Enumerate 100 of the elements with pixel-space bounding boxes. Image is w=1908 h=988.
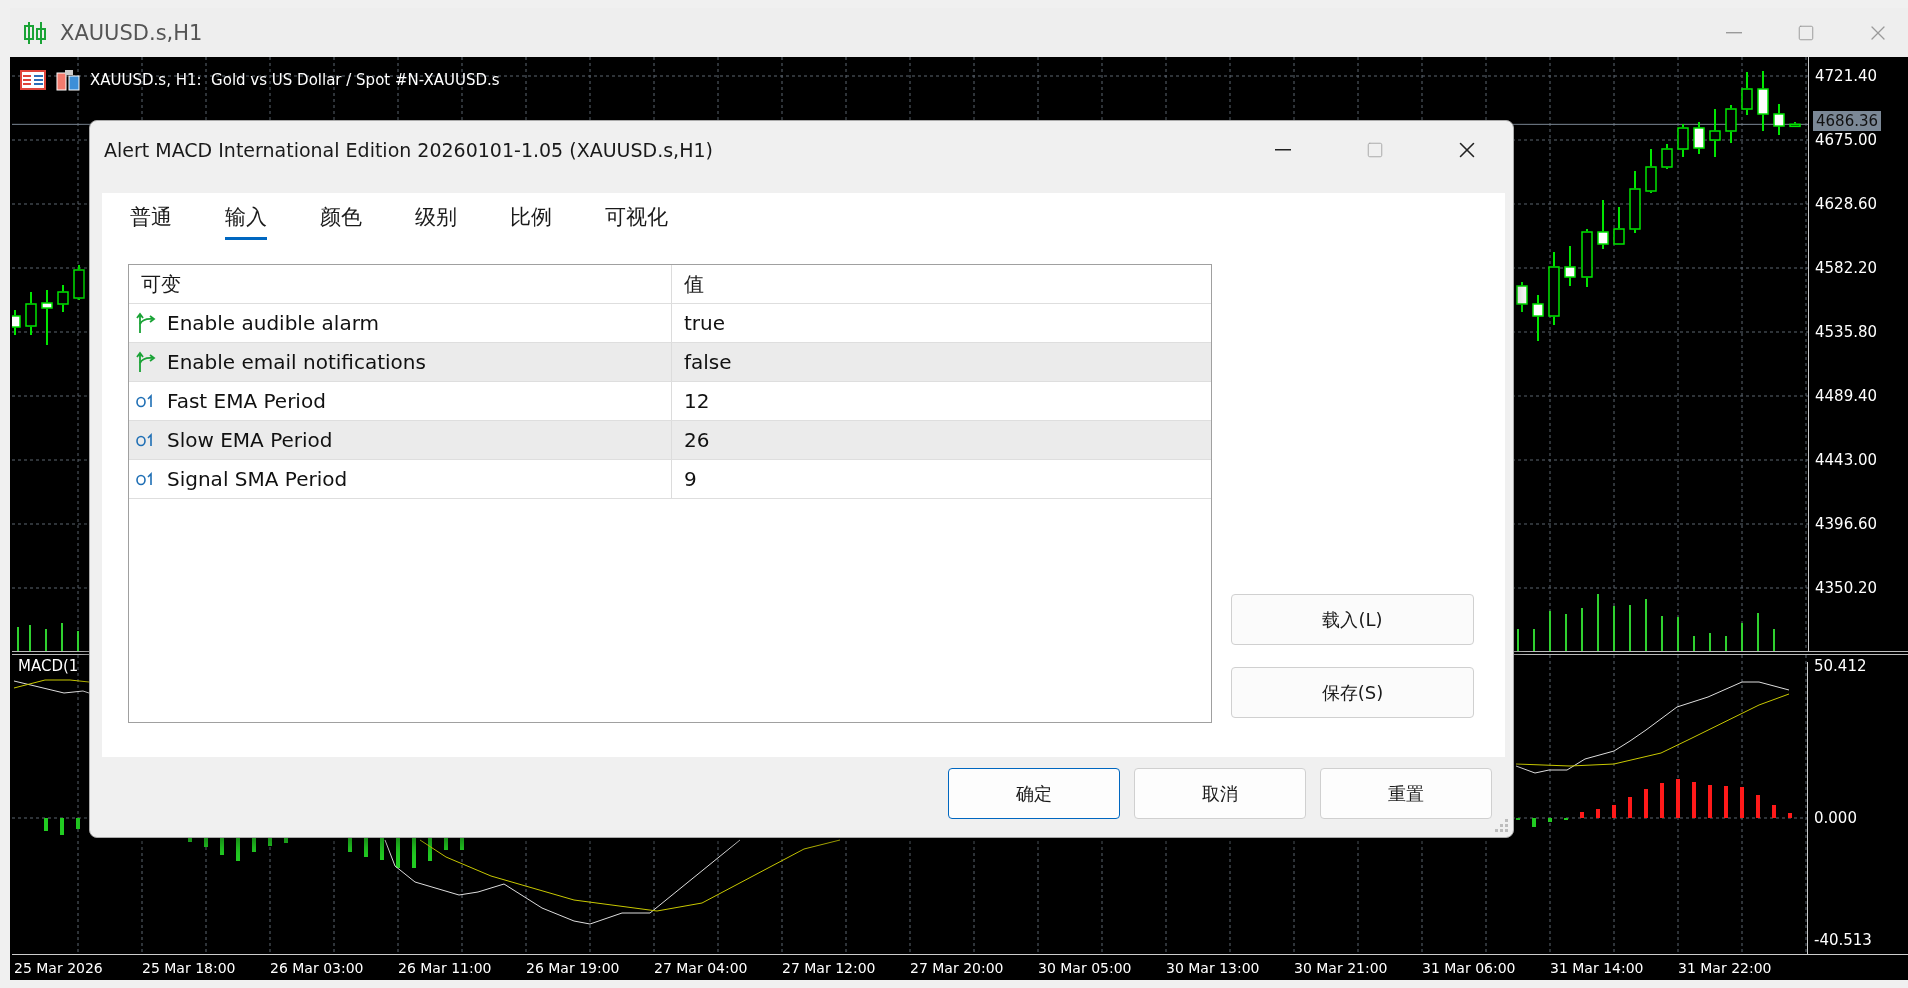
- table-icon: [20, 70, 46, 90]
- parameter-value: 26: [671, 421, 1211, 459]
- parameter-value: 12: [671, 382, 1211, 420]
- time-label: 30 Mar 21:00: [1294, 960, 1388, 976]
- candle: [73, 264, 85, 301]
- indicator-value-label: 0.000: [1814, 809, 1857, 827]
- maximize-icon: [1797, 23, 1815, 42]
- table-row[interactable]: Fast EMA Period 12: [129, 382, 1211, 421]
- parameter-value: true: [671, 304, 1211, 342]
- price-label: 4628.60: [1815, 196, 1878, 212]
- tab[interactable]: 级别: [415, 203, 457, 240]
- branch-arrow-icon: [135, 351, 157, 373]
- histogram-bar: [1596, 809, 1600, 818]
- candle: [1741, 71, 1753, 116]
- table-row[interactable]: Slow EMA Period 26: [129, 421, 1211, 460]
- time-label: 26 Mar 19:00: [526, 960, 620, 976]
- candle: [1613, 206, 1625, 245]
- histogram-bar: [1612, 805, 1616, 818]
- histogram-bar: [1548, 818, 1552, 822]
- parameter-name: Signal SMA Period: [167, 467, 348, 491]
- price-label: 4675.00: [1815, 132, 1878, 148]
- histogram-bar: [1532, 818, 1536, 827]
- time-label: 30 Mar 05:00: [1038, 960, 1132, 976]
- histogram-bar: [1660, 783, 1664, 818]
- app-icon: [22, 19, 48, 46]
- dialog-button[interactable]: 确定: [948, 768, 1120, 819]
- histogram-bar: [1756, 795, 1760, 818]
- histogram-bar: [1628, 797, 1632, 818]
- candle: [12, 309, 21, 336]
- price-label: 4350.20: [1815, 580, 1878, 596]
- dialog-button[interactable]: 重置: [1320, 768, 1492, 819]
- tab[interactable]: 比例: [510, 203, 552, 240]
- column-header: 可变: [140, 270, 182, 298]
- maximize-icon: [1366, 141, 1384, 159]
- time-label: 25 Mar 18:00: [142, 960, 236, 976]
- candle: [1597, 199, 1609, 250]
- histogram-bar: [1724, 786, 1728, 818]
- candle: [1789, 121, 1801, 128]
- histogram-bar: [1580, 812, 1584, 818]
- histogram-bar: [1692, 782, 1696, 818]
- price-label: 4396.60: [1815, 516, 1878, 532]
- indicator-value-label: 50.412: [1814, 657, 1867, 675]
- histogram-bar: [1676, 779, 1680, 818]
- price-label: 4535.80: [1815, 324, 1878, 340]
- candle: [1516, 281, 1528, 313]
- price-label: 4443.00: [1815, 452, 1878, 468]
- current-price-badge: 4686.36: [1813, 111, 1882, 131]
- candle: [1564, 245, 1576, 287]
- price-label: 4721.40: [1815, 68, 1878, 84]
- parameter-name: Enable email notifications: [167, 350, 426, 374]
- indicator-value-label: -40.513: [1814, 931, 1872, 949]
- price-label: 4582.20: [1815, 260, 1878, 276]
- tab[interactable]: 普通: [130, 203, 172, 240]
- time-label: 26 Mar 11:00: [398, 960, 492, 976]
- minimize-icon: [1726, 31, 1742, 34]
- candle: [1709, 108, 1721, 158]
- chart-window-icon: [56, 69, 80, 91]
- parameter-name: Slow EMA Period: [167, 428, 333, 452]
- candle: [1725, 104, 1737, 144]
- time-label: 30 Mar 13:00: [1166, 960, 1260, 976]
- histogram-bar: [1644, 789, 1648, 818]
- histogram-bar: [1740, 787, 1744, 818]
- window-title: XAUUSD.s,H1: [60, 20, 204, 45]
- tab[interactable]: 颜色: [320, 203, 362, 240]
- tab[interactable]: 可视化: [605, 203, 668, 240]
- histogram-bar: [76, 818, 80, 829]
- time-label: 31 Mar 06:00: [1422, 960, 1516, 976]
- candle: [1677, 123, 1689, 158]
- candle: [1757, 70, 1769, 132]
- dialog-button[interactable]: 取消: [1134, 768, 1306, 819]
- histogram-bar: [60, 818, 64, 835]
- candle: [1581, 228, 1593, 288]
- time-label: 26 Mar 03:00: [270, 960, 364, 976]
- file-button[interactable]: 载入(L): [1231, 594, 1474, 645]
- candle: [1645, 148, 1657, 194]
- time-label: 31 Mar 14:00: [1550, 960, 1644, 976]
- tab[interactable]: 输入: [225, 203, 267, 240]
- parameter-name: Enable audible alarm: [167, 311, 379, 335]
- table-row[interactable]: Signal SMA Period 9: [129, 460, 1211, 499]
- dialog-title: Alert MACD International Edition 20260101-1.05 (XAUUSD.s,H1): [104, 139, 714, 161]
- candle: [1661, 143, 1673, 170]
- candle: [1629, 170, 1641, 234]
- parameter-name: Fast EMA Period: [167, 389, 326, 413]
- column-header: 值: [671, 265, 1211, 303]
- table-row[interactable]: Enable audible alarm true: [129, 304, 1211, 343]
- histogram-bar: [1708, 785, 1712, 818]
- candle: [57, 284, 69, 313]
- time-label: 31 Mar 22:00: [1678, 960, 1772, 976]
- histogram-bar: [1772, 805, 1776, 818]
- histogram-bar: [1788, 813, 1792, 818]
- time-label: 27 Mar 12:00: [782, 960, 876, 976]
- branch-arrow-icon: [135, 312, 157, 334]
- table-row[interactable]: Enable email notifications false: [129, 343, 1211, 382]
- file-button[interactable]: 保存(S): [1231, 667, 1474, 718]
- price-label: 4489.40: [1815, 388, 1878, 404]
- candle: [25, 291, 37, 336]
- time-label: 27 Mar 04:00: [654, 960, 748, 976]
- time-label: 25 Mar 2026: [14, 960, 103, 976]
- resize-grip-icon[interactable]: [1495, 819, 1509, 833]
- parameter-value: false: [671, 343, 1211, 381]
